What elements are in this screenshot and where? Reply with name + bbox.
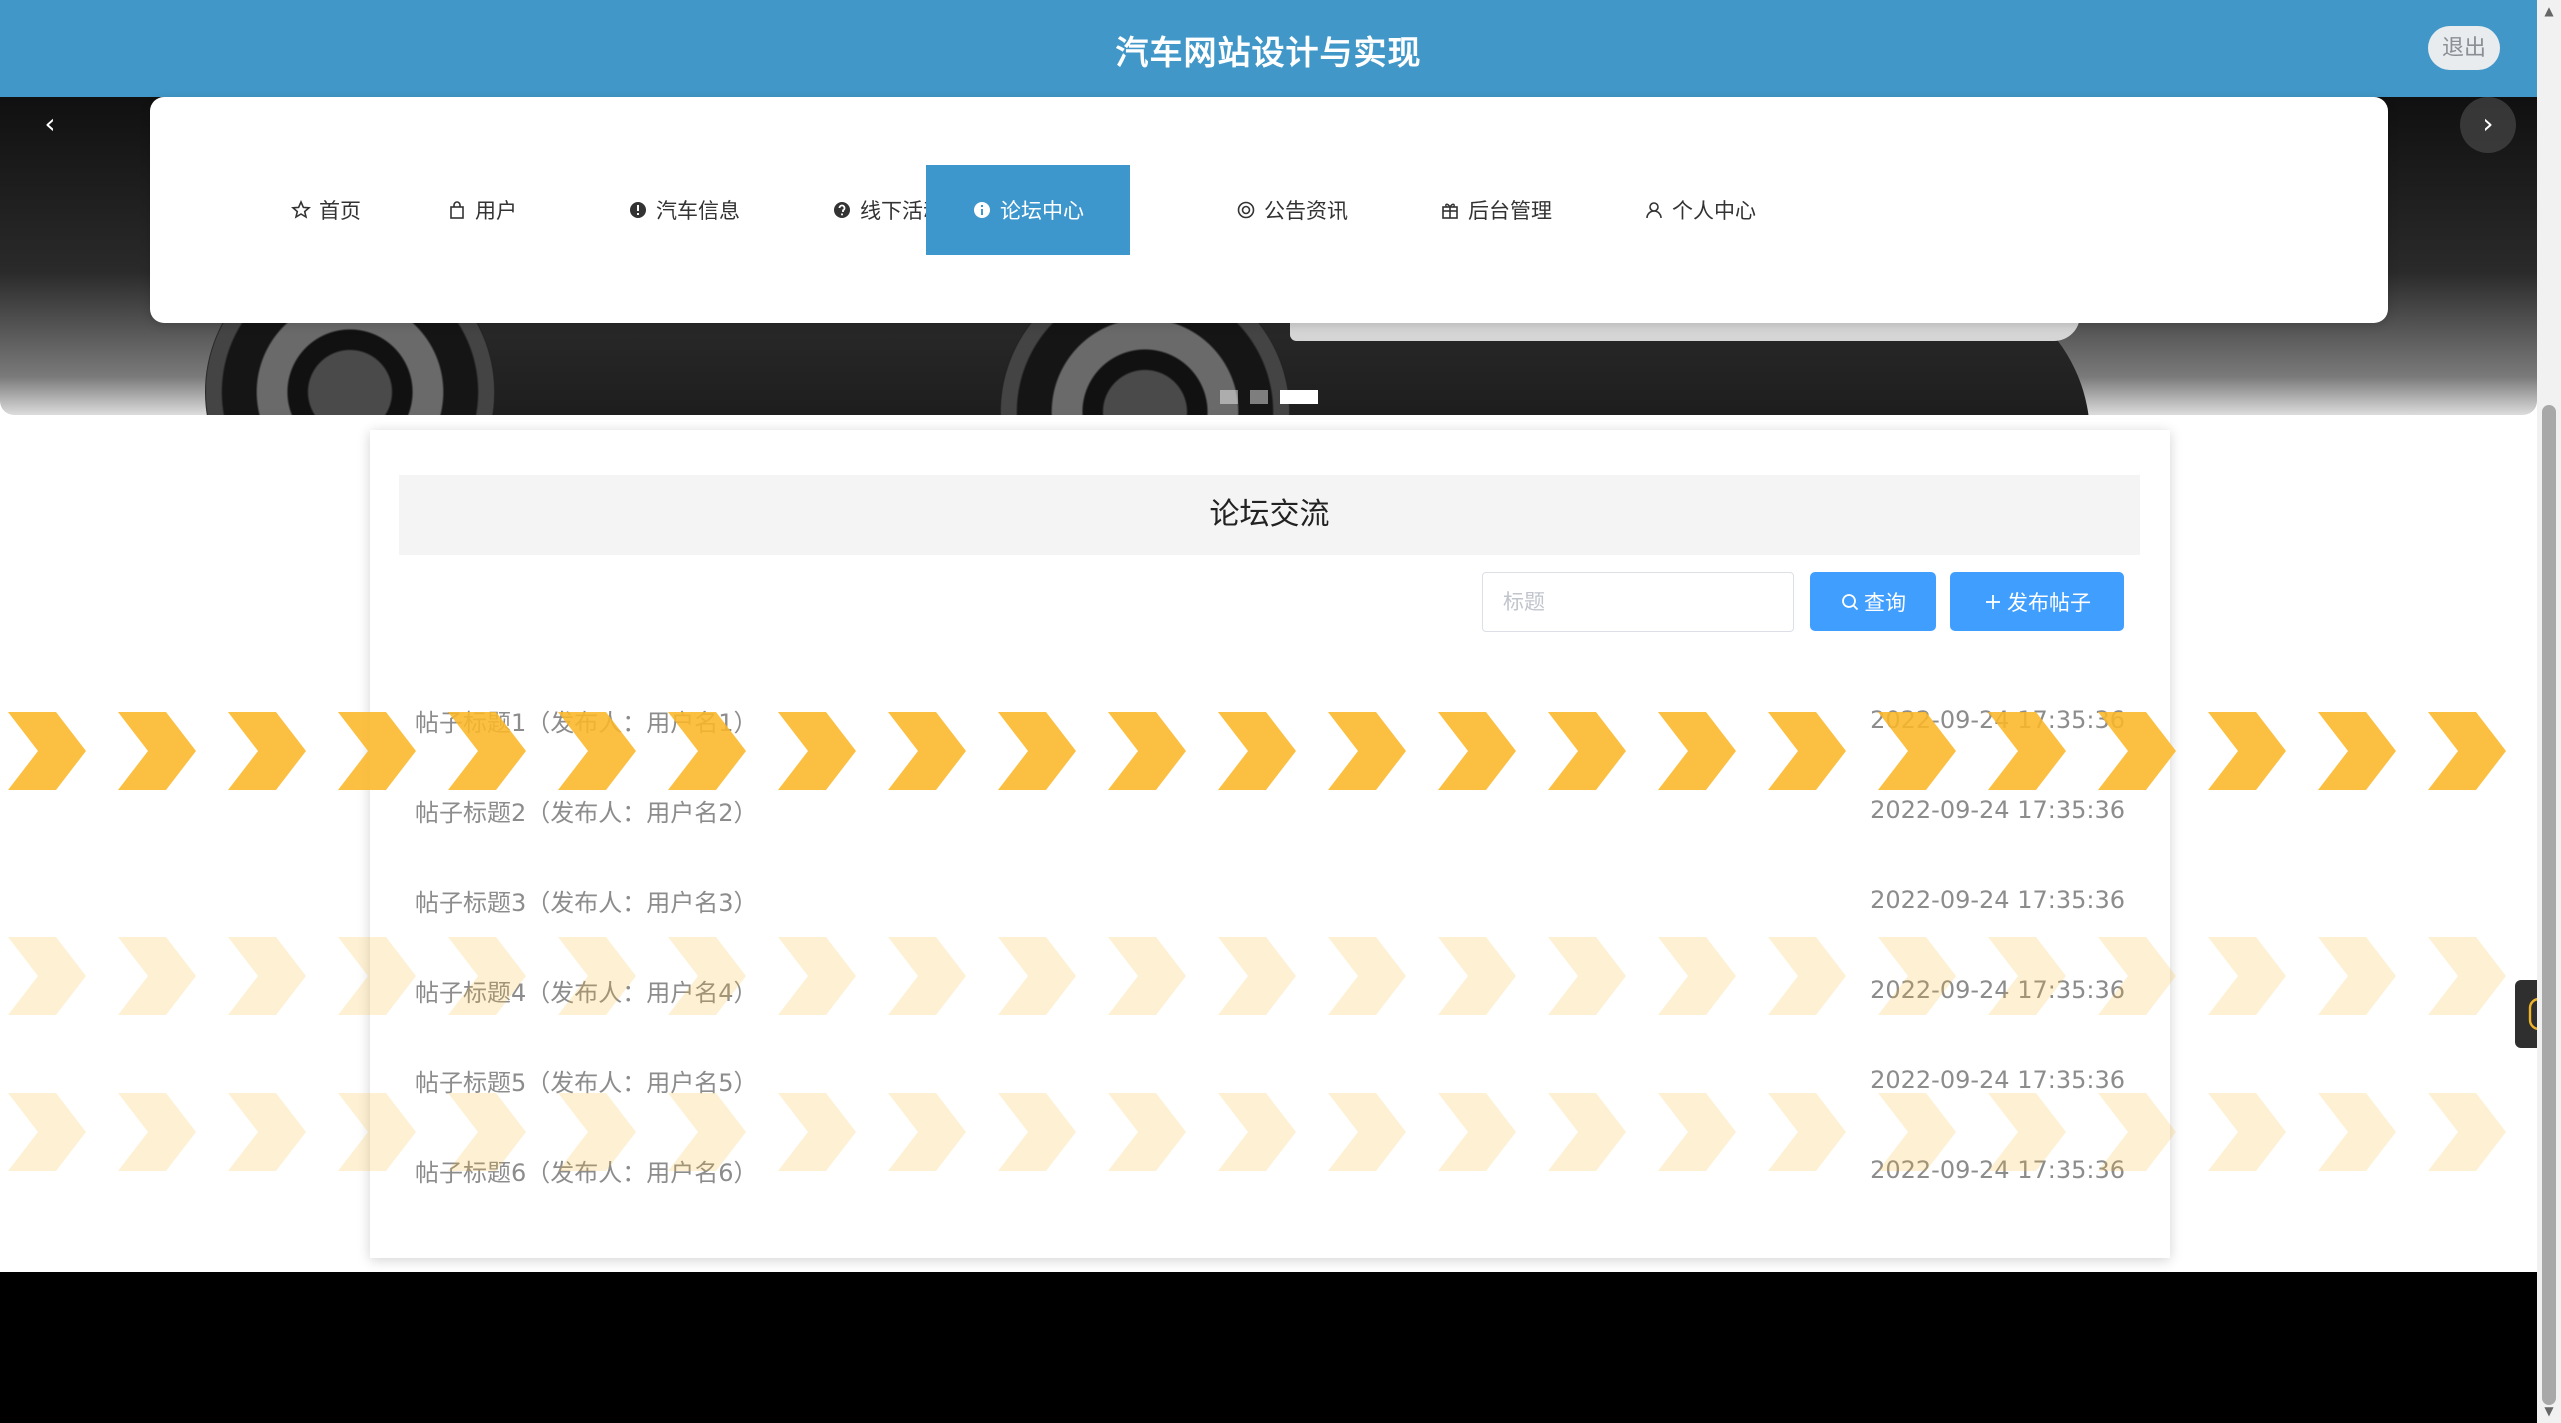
nav-label: 公告资讯 <box>1264 199 1348 223</box>
chevron-shape <box>228 937 306 1015</box>
plus-icon <box>1983 592 2003 612</box>
chevron-shape <box>8 712 86 790</box>
chevron-shape <box>118 937 196 1015</box>
nav-item-users[interactable]: 用户 <box>380 165 584 255</box>
nav-label: 后台管理 <box>1468 199 1552 223</box>
chevron-shape <box>228 712 306 790</box>
nav-item-profile[interactable]: 个人中心 <box>1598 165 1802 255</box>
nav-label: 用户 <box>475 199 517 223</box>
post-title[interactable]: 帖子标题3（发布人：用户名3） <box>415 883 758 918</box>
nav-item-forum[interactable]: 论坛中心 <box>926 165 1130 255</box>
post-title[interactable]: 帖子标题4（发布人：用户名4） <box>415 973 758 1008</box>
target-icon <box>1236 200 1256 220</box>
chevron-shape <box>2318 937 2396 1015</box>
info-circle-icon <box>972 200 992 220</box>
main-nav: 首页 用户 汽车信息 线下活动 论坛中心 公告资讯 后台管理 个人中心 <box>150 97 2388 323</box>
scroll-up-arrow-icon[interactable]: ▲ <box>2541 4 2557 18</box>
post-time: 2022-09-24 17:35:36 <box>1870 1066 2125 1094</box>
query-label: 查询 <box>1864 591 1906 615</box>
chevron-shape <box>2208 937 2286 1015</box>
gift-icon <box>1440 200 1460 220</box>
nav-item-admin[interactable]: 后台管理 <box>1394 165 1598 255</box>
publish-label: 发布帖子 <box>2007 591 2091 615</box>
chevron-shape <box>2428 712 2506 790</box>
forum-card: 论坛交流 查询 发布帖子 帖子标题1（发布人：用户名1） 2022-09-24 … <box>370 430 2170 1258</box>
nav-label: 论坛中心 <box>1000 199 1084 223</box>
user-icon <box>1644 200 1664 220</box>
post-time: 2022-09-24 17:35:36 <box>1870 706 2125 734</box>
chevron-shape <box>118 1093 196 1171</box>
chevron-shape <box>2208 712 2286 790</box>
scroll-down-arrow-icon[interactable]: ▼ <box>2541 1404 2557 1418</box>
list-item[interactable]: 帖子标题6（发布人：用户名6） 2022-09-24 17:35:36 <box>415 1150 2125 1190</box>
info-circle-icon <box>628 200 648 220</box>
chevron-shape <box>2428 1093 2506 1171</box>
list-item[interactable]: 帖子标题1（发布人：用户名1） 2022-09-24 17:35:36 <box>415 700 2125 740</box>
post-title[interactable]: 帖子标题5（发布人：用户名5） <box>415 1063 758 1098</box>
nav-label: 首页 <box>319 199 361 223</box>
chevron-shape <box>2318 712 2396 790</box>
nav-label: 汽车信息 <box>656 199 740 223</box>
list-item[interactable]: 帖子标题5（发布人：用户名5） 2022-09-24 17:35:36 <box>415 1060 2125 1100</box>
footer <box>0 1272 2537 1423</box>
nav-label: 个人中心 <box>1672 199 1756 223</box>
nav-item-announcements[interactable]: 公告资讯 <box>1190 165 1394 255</box>
chevron-shape <box>2318 1093 2396 1171</box>
chevron-shape <box>118 712 196 790</box>
publish-post-button[interactable]: 发布帖子 <box>1950 572 2124 631</box>
post-time: 2022-09-24 17:35:36 <box>1870 1156 2125 1184</box>
logout-button[interactable]: 退出 <box>2428 26 2500 70</box>
query-button[interactable]: 查询 <box>1810 572 1936 631</box>
post-title[interactable]: 帖子标题6（发布人：用户名6） <box>415 1153 758 1188</box>
bag-icon <box>447 200 467 220</box>
search-icon <box>1840 592 1860 612</box>
carousel-indicator[interactable] <box>1250 390 1268 404</box>
chevron-shape <box>228 1093 306 1171</box>
carousel-indicator-active[interactable] <box>1280 390 1318 404</box>
post-title[interactable]: 帖子标题2（发布人：用户名2） <box>415 793 758 828</box>
top-bar: 汽车网站设计与实现 退出 <box>0 0 2537 97</box>
post-title[interactable]: 帖子标题1（发布人：用户名1） <box>415 703 758 738</box>
post-time: 2022-09-24 17:35:36 <box>1870 976 2125 1004</box>
carousel-indicator[interactable] <box>1220 390 1238 404</box>
question-circle-icon <box>832 200 852 220</box>
post-time: 2022-09-24 17:35:36 <box>1870 796 2125 824</box>
scroll-thumb[interactable] <box>2542 405 2556 1405</box>
star-icon <box>291 200 311 220</box>
chevron-shape <box>2208 1093 2286 1171</box>
search-title-input[interactable] <box>1482 572 1794 632</box>
site-title: 汽车网站设计与实现 <box>1115 33 1422 72</box>
forum-title: 论坛交流 <box>399 475 2140 555</box>
post-time: 2022-09-24 17:35:36 <box>1870 886 2125 914</box>
list-item[interactable]: 帖子标题3（发布人：用户名3） 2022-09-24 17:35:36 <box>415 880 2125 920</box>
nav-item-car-info[interactable]: 汽车信息 <box>582 165 786 255</box>
chevron-shape <box>2428 937 2506 1015</box>
list-item[interactable]: 帖子标题4（发布人：用户名4） 2022-09-24 17:35:36 <box>415 970 2125 1010</box>
vertical-scrollbar[interactable]: ▲ ▼ <box>2537 0 2561 1423</box>
list-item[interactable]: 帖子标题2（发布人：用户名2） 2022-09-24 17:35:36 <box>415 790 2125 830</box>
carousel-next-button[interactable]: › <box>2460 97 2516 153</box>
chevron-shape <box>8 937 86 1015</box>
chevron-shape <box>8 1093 86 1171</box>
carousel-prev-button[interactable]: ‹ <box>22 97 78 153</box>
